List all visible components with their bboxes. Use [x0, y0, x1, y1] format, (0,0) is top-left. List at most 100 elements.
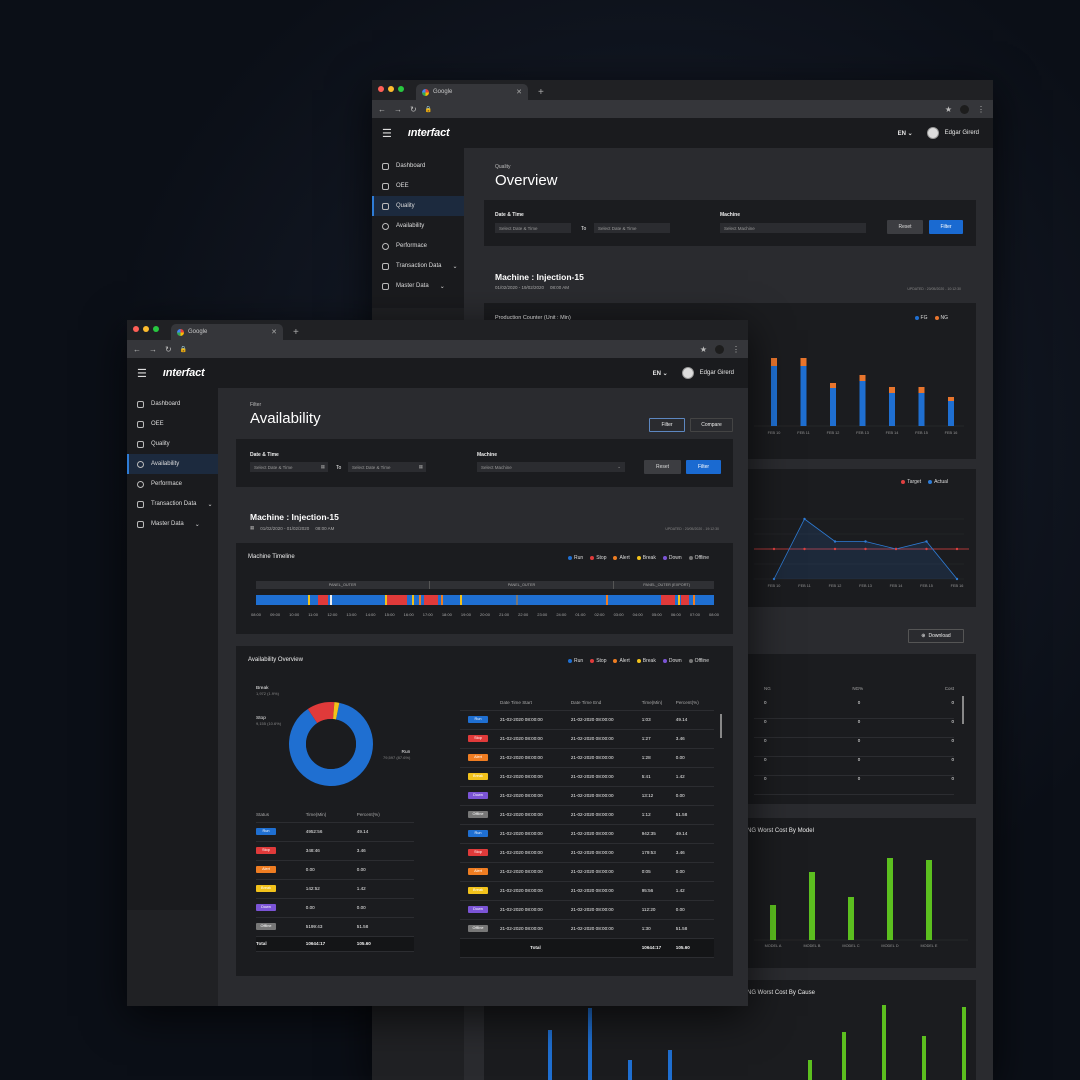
- close-tab-icon[interactable]: ✕: [516, 88, 522, 96]
- browser-tab[interactable]: Google ✕: [171, 324, 283, 340]
- nav-quality[interactable]: Quality: [372, 196, 464, 216]
- timeline-event[interactable]: [412, 595, 414, 605]
- timeline-bar[interactable]: [256, 595, 714, 605]
- profile-avatar[interactable]: [960, 104, 969, 114]
- reload-icon[interactable]: ↻: [165, 345, 172, 354]
- nav-performance[interactable]: Performace: [372, 236, 464, 256]
- hamburger-icon[interactable]: ☰: [137, 367, 147, 380]
- timeline-event[interactable]: [387, 595, 407, 605]
- hamburger-icon[interactable]: ☰: [382, 127, 392, 140]
- table-row[interactable]: Break 142:52 1.42: [256, 879, 414, 898]
- table-row[interactable]: Alert 0.00 0.00: [256, 860, 414, 879]
- table-row[interactable]: Down 21-02-2020 08:00:00 21-02-2020 08:00:…: [460, 786, 714, 805]
- nav-oee[interactable]: OEE: [127, 414, 218, 434]
- nav-transaction-data[interactable]: Transaction Data ⌄: [372, 256, 464, 276]
- chevron-down-icon: ⌄: [452, 263, 458, 270]
- user-avatar[interactable]: [926, 127, 939, 139]
- star-icon[interactable]: ★: [700, 345, 707, 354]
- kebab-menu-icon[interactable]: ⋮: [732, 345, 740, 354]
- language-selector[interactable]: EN ⌄: [653, 370, 668, 377]
- back-arrow-icon[interactable]: ←: [133, 345, 141, 354]
- timeline-event[interactable]: [693, 595, 695, 605]
- new-tab-icon[interactable]: +: [538, 87, 544, 98]
- filter-button[interactable]: Filter: [686, 460, 721, 474]
- filter-button[interactable]: Filter: [929, 220, 963, 234]
- profile-avatar[interactable]: [715, 344, 724, 354]
- reset-button[interactable]: Reset: [887, 220, 923, 234]
- timeline-event[interactable]: [308, 595, 310, 605]
- forward-arrow-icon[interactable]: →: [149, 345, 157, 354]
- timeline-event[interactable]: [318, 595, 328, 605]
- star-icon[interactable]: ★: [945, 105, 952, 114]
- detail-scrollbar[interactable]: [720, 714, 722, 738]
- filter-toggle-button[interactable]: Filter: [649, 418, 685, 432]
- timeline-event[interactable]: [678, 595, 680, 605]
- nav-transaction-data[interactable]: Transaction Data ⌄: [127, 494, 218, 514]
- table-row[interactable]: Run 21-02-2020 08:00:00 21-02-2020 08:00:0…: [460, 710, 714, 729]
- nav-master-data[interactable]: Master Data ⌄: [372, 276, 464, 296]
- button-label: Reset: [655, 464, 670, 470]
- table-row[interactable]: Alert 21-02-2020 08:00:00 21-02-2020 08:00…: [460, 748, 714, 767]
- timeline-event[interactable]: [441, 595, 443, 605]
- browser-tab[interactable]: Google ✕: [416, 84, 528, 100]
- machine-select[interactable]: Select Machine: [720, 223, 866, 233]
- nav-dashboard[interactable]: Dashboard: [127, 394, 218, 414]
- timeline-event[interactable]: [661, 595, 675, 605]
- table-row[interactable]: Offline 21-02-2020 08:00:00 21-02-2020 08:…: [460, 805, 714, 824]
- user-avatar[interactable]: [681, 367, 694, 379]
- timeline-event[interactable]: [419, 595, 421, 605]
- timeline-event[interactable]: [424, 595, 438, 605]
- nav-master-data[interactable]: Master Data ⌄: [127, 514, 218, 534]
- scrollbar[interactable]: [962, 696, 964, 724]
- kebab-menu-icon[interactable]: ⋮: [977, 105, 985, 114]
- table-row[interactable]: Run 21-02-2020 08:00:00 21-02-2020 08:00:0…: [460, 824, 714, 843]
- compare-button[interactable]: Compare: [690, 418, 733, 432]
- url-bar[interactable]: ← → ↻ 🔒 ★ ⋮: [127, 340, 748, 358]
- table-row[interactable]: Offline 5199:43 51.58: [256, 917, 414, 936]
- nav-dashboard[interactable]: Dashboard: [372, 156, 464, 176]
- url-bar[interactable]: ← → ↻ 🔒 ★ ⋮: [372, 100, 993, 118]
- nav-oee[interactable]: OEE: [372, 176, 464, 196]
- date-end-input[interactable]: Select Date & Time: [594, 223, 670, 233]
- status-badge: Stop: [256, 847, 276, 854]
- table-row[interactable]: Alert 21-02-2020 08:00:00 21-02-2020 08:00…: [460, 862, 714, 881]
- nav-availability[interactable]: Availability: [372, 216, 464, 236]
- back-arrow-icon[interactable]: ←: [378, 105, 386, 114]
- table-cell: 5199:43: [305, 924, 323, 929]
- model-bar: [848, 897, 854, 940]
- timeline-event[interactable]: [460, 595, 462, 605]
- table-row[interactable]: Stop 21-02-2020 08:00:00 21-02-2020 08:00:…: [460, 843, 714, 862]
- table-row[interactable]: Stop 21-02-2020 08:00:00 21-02-2020 08:00:…: [460, 729, 714, 748]
- reset-button[interactable]: Reset: [644, 460, 681, 474]
- reload-icon[interactable]: ↻: [410, 105, 417, 114]
- table-row[interactable]: Break 21-02-2020 08:00:00 21-02-2020 08:00…: [460, 881, 714, 900]
- app-header: ☰ ınterfact EN ⌄ Edgar Girerd: [127, 358, 748, 388]
- machine-select[interactable]: Select Machine ⌄: [477, 462, 625, 472]
- language-selector[interactable]: EN ⌄: [898, 130, 913, 137]
- table-cell: 0.00: [356, 867, 366, 872]
- nav-performance[interactable]: Performace: [127, 474, 218, 494]
- table-row[interactable]: Break 21-02-2020 08:00:00 21-02-2020 08:00…: [460, 767, 714, 786]
- download-button[interactable]: ⊕ Download: [908, 629, 964, 643]
- timeline-event[interactable]: [516, 595, 518, 605]
- date-start-input[interactable]: Select Date & Time ▦: [250, 462, 328, 472]
- table-row[interactable]: Run 4952:56 49.14: [256, 822, 414, 841]
- nav-availability[interactable]: Availability: [127, 454, 218, 474]
- target-point: [955, 547, 959, 551]
- date-start-input[interactable]: Select Date & Time: [495, 223, 571, 233]
- date-end-input[interactable]: Select Date & Time ▦: [348, 462, 426, 472]
- new-tab-icon[interactable]: +: [293, 327, 299, 338]
- timeline-event[interactable]: [330, 595, 332, 605]
- table-row[interactable]: Down 21-02-2020 08:00:00 21-02-2020 08:00:…: [460, 900, 714, 919]
- fg-bar: [859, 381, 866, 426]
- table-row[interactable]: Offline 21-02-2020 08:00:00 21-02-2020 08:…: [460, 919, 714, 938]
- nav-quality[interactable]: Quality: [127, 434, 218, 454]
- x-tick-label: MODEL A: [765, 944, 782, 948]
- timeline-event[interactable]: [681, 595, 689, 605]
- forward-arrow-icon[interactable]: →: [394, 105, 402, 114]
- table-cell: 10644:17: [305, 936, 357, 951]
- timeline-event[interactable]: [606, 595, 608, 605]
- close-tab-icon[interactable]: ✕: [271, 328, 277, 336]
- table-row[interactable]: Down 0.00 0.00: [256, 898, 414, 917]
- table-row[interactable]: Stop 348:46 3.46: [256, 841, 414, 860]
